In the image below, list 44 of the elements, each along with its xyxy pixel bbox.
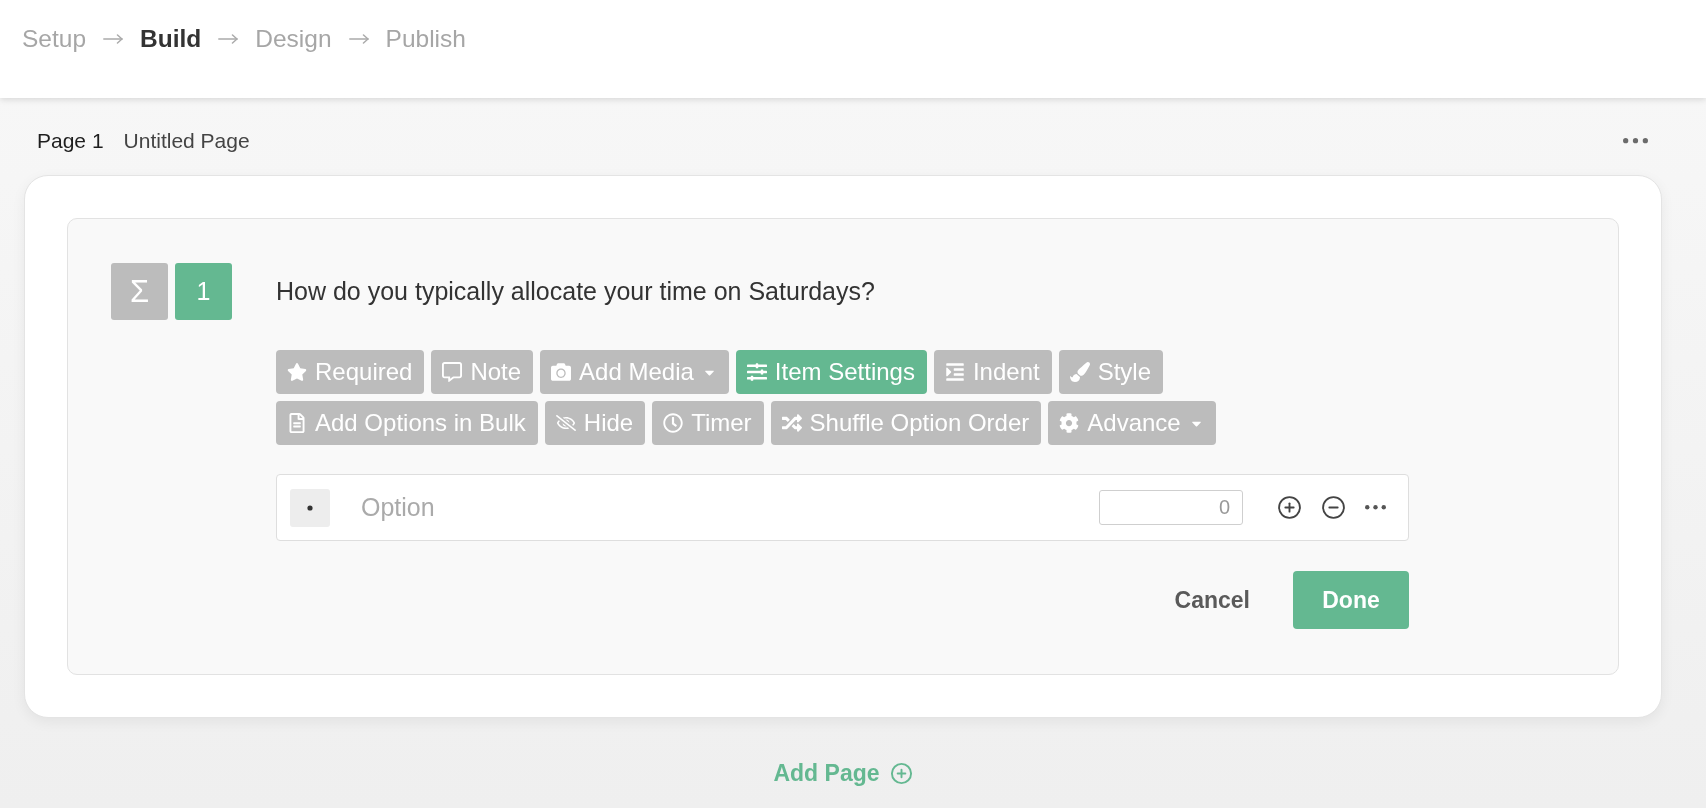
step-link[interactable]: Setup: [22, 22, 87, 56]
gear-icon: [1059, 413, 1080, 433]
clock-icon: [663, 413, 684, 433]
step-link[interactable]: Publish: [385, 22, 466, 56]
done-button[interactable]: Done: [1293, 571, 1409, 629]
shuffle-icon: [781, 413, 802, 433]
more-options-icon[interactable]: [1623, 138, 1648, 144]
toolbar-button[interactable]: Timer: [652, 401, 764, 445]
more-icon[interactable]: [1365, 505, 1386, 510]
document-icon: [287, 413, 307, 433]
toolbar-button[interactable]: Indent: [933, 350, 1052, 394]
arrow-right-icon: [218, 34, 239, 44]
page-title[interactable]: Untitled Page: [123, 129, 250, 153]
toolbar-button[interactable]: Hide: [544, 401, 646, 445]
speech-bubble-icon: [442, 362, 463, 382]
toolbar-button[interactable]: Shuffle Option Order: [770, 401, 1042, 445]
arrow-right-icon: [103, 34, 124, 44]
step-link[interactable]: Design: [255, 22, 332, 56]
question-type-badge[interactable]: Σ: [111, 263, 168, 320]
indent-icon: [944, 362, 965, 382]
minus-circle-icon[interactable]: [1321, 495, 1346, 520]
brush-icon: [1069, 362, 1090, 382]
question-text[interactable]: How do you typically allocate your time on Saturdays?: [276, 277, 875, 306]
toolbar-button[interactable]: Note: [431, 350, 534, 394]
toolbar-button[interactable]: Advance: [1048, 401, 1216, 445]
option-input[interactable]: Option: [359, 488, 1099, 527]
camera-icon: [551, 362, 572, 382]
toolbar-button[interactable]: Style: [1058, 350, 1163, 394]
arrow-right-icon: [348, 34, 369, 44]
page-number: Page 1: [37, 129, 104, 153]
star-icon: [287, 362, 307, 382]
step-link[interactable]: Build: [140, 22, 202, 56]
question-number-badge: 1: [175, 263, 232, 320]
sliders-icon: [746, 362, 767, 382]
toolbar-button[interactable]: Item Settings: [735, 350, 927, 394]
eye-slash-icon: [555, 413, 576, 433]
toolbar-button[interactable]: Add Media: [540, 350, 729, 394]
score-input[interactable]: 0: [1099, 490, 1243, 525]
cancel-button[interactable]: Cancel: [1174, 586, 1250, 614]
option-field[interactable]: Option 0: [276, 474, 1409, 541]
toolbar-button[interactable]: Required: [276, 350, 425, 394]
toolbar-button[interactable]: Add Options in Bulk: [276, 401, 538, 445]
add-page-link[interactable]: Add Page: [773, 758, 913, 788]
plus-circle-icon[interactable]: [1277, 495, 1302, 520]
